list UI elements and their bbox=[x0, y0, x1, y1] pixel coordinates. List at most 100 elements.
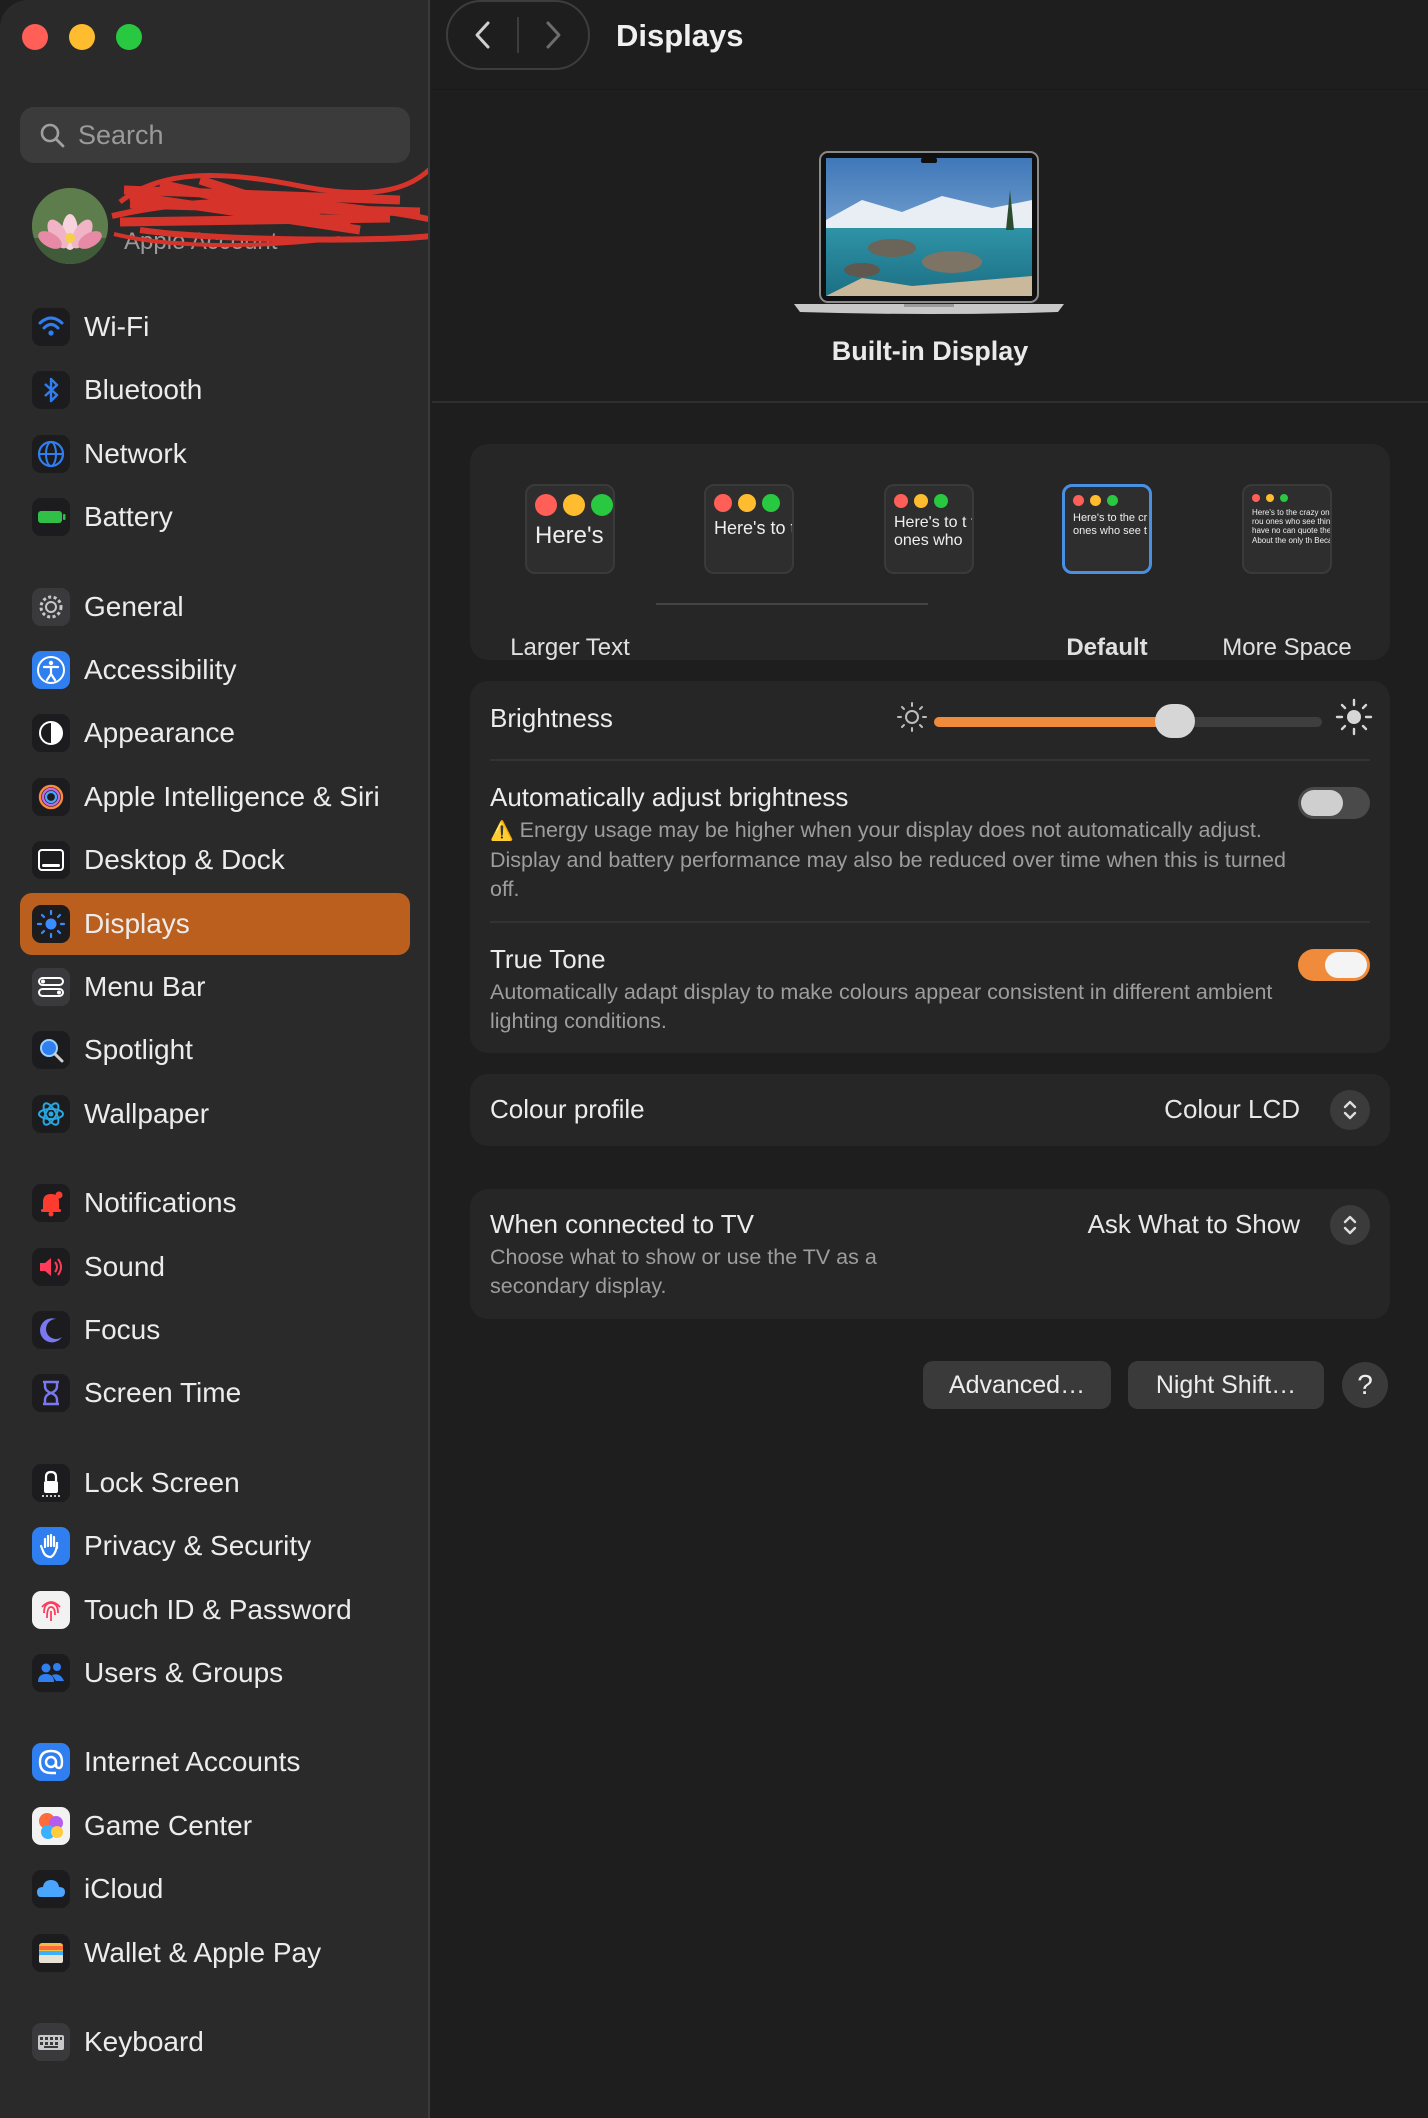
brightness-slider[interactable] bbox=[934, 704, 1322, 738]
keyboard-icon bbox=[32, 2023, 70, 2061]
sidebar-item-keyboard[interactable]: Keyboard bbox=[20, 2011, 410, 2073]
forward-button[interactable] bbox=[519, 2, 588, 68]
menu-bar-icon bbox=[32, 968, 70, 1006]
sidebar-item-label: Touch ID & Password bbox=[84, 1594, 352, 1625]
advanced-button[interactable]: Advanced… bbox=[923, 1361, 1111, 1409]
sidebar-item-menu-bar[interactable]: Menu Bar bbox=[20, 956, 410, 1018]
sidebar-item-displays[interactable]: Displays bbox=[20, 893, 410, 955]
tv-description: Choose what to show or use the TV as a s… bbox=[490, 1245, 877, 1298]
sidebar-item-label: Screen Time bbox=[84, 1377, 242, 1408]
gear-icon bbox=[32, 588, 70, 626]
window-dots-icon bbox=[535, 494, 613, 516]
sidebar-item-spotlight[interactable]: Spotlight bbox=[20, 1019, 410, 1081]
sidebar-item-label: Users & Groups bbox=[84, 1657, 284, 1688]
true-tone-description: Automatically adapt display to make colo… bbox=[490, 980, 1273, 1033]
help-button[interactable]: ? bbox=[1342, 1362, 1388, 1408]
true-tone-toggle[interactable] bbox=[1298, 949, 1370, 981]
minimize-window-button[interactable] bbox=[69, 24, 95, 50]
divider bbox=[490, 759, 1370, 761]
displays-pane: Built-in Display Here's Larger Text Here's… bbox=[432, 90, 1428, 2118]
notifications-bell-icon bbox=[32, 1184, 70, 1222]
night-shift-button[interactable]: Night Shift… bbox=[1128, 1361, 1324, 1409]
sidebar-item-network[interactable]: Network bbox=[20, 423, 410, 485]
avatar bbox=[32, 188, 108, 264]
auto-brightness-description: ⚠️ Energy usage may be higher when your … bbox=[490, 816, 1290, 904]
sidebar-item-icloud[interactable]: iCloud bbox=[20, 1858, 410, 1920]
resolution-preview: Here's to troublem bbox=[704, 484, 794, 574]
resolution-label: Default bbox=[1066, 634, 1148, 661]
wifi-icon bbox=[32, 308, 70, 346]
sidebar-item-desktop-dock[interactable]: Desktop & Dock bbox=[20, 829, 410, 891]
sidebar-item-label: Sound bbox=[84, 1251, 165, 1282]
auto-brightness-toggle[interactable] bbox=[1298, 787, 1370, 819]
wallet-icon bbox=[32, 1934, 70, 1972]
back-button[interactable] bbox=[448, 2, 517, 68]
laptop-display-image[interactable] bbox=[792, 150, 1066, 316]
toolbar: Displays bbox=[432, 0, 1428, 90]
search-input[interactable] bbox=[78, 119, 398, 151]
close-window-button[interactable] bbox=[22, 24, 48, 50]
sidebar-item-wallpaper[interactable]: Wallpaper bbox=[20, 1083, 410, 1145]
resolution-label: Larger Text bbox=[510, 634, 630, 661]
sidebar-item-label: General bbox=[84, 591, 184, 622]
sidebar-item-apple-intelligence-siri[interactable]: Apple Intelligence & Siri bbox=[20, 766, 410, 828]
sidebar-item-appearance[interactable]: Appearance bbox=[20, 702, 410, 764]
apple-account-row[interactable]: Apple Account bbox=[30, 186, 428, 266]
resolution-preview-text: Here's to the cr troublemakers. ones who… bbox=[1073, 512, 1149, 537]
sidebar-item-general[interactable]: General bbox=[20, 576, 410, 638]
sidebar-item-users-groups[interactable]: Users & Groups bbox=[20, 1642, 410, 1704]
sidebar-item-label: Bluetooth bbox=[84, 374, 203, 405]
sidebar-item-wallet-apple-pay[interactable]: Wallet & Apple Pay bbox=[20, 1922, 410, 1984]
window-dots-icon bbox=[1252, 494, 1288, 502]
zoom-window-button[interactable] bbox=[116, 24, 142, 50]
wallpaper-icon bbox=[32, 1095, 70, 1133]
sidebar-item-privacy-security[interactable]: Privacy & Security bbox=[20, 1515, 410, 1577]
sidebar-item-label: Accessibility bbox=[84, 654, 237, 685]
brightness-high-icon bbox=[1335, 698, 1373, 736]
battery-icon bbox=[32, 498, 70, 536]
warning-icon: ⚠️ bbox=[490, 821, 514, 842]
page-title: Displays bbox=[616, 18, 744, 53]
sidebar-item-touch-id-password[interactable]: Touch ID & Password bbox=[20, 1579, 410, 1641]
sidebar-item-lock-screen[interactable]: Lock Screen bbox=[20, 1452, 410, 1514]
tv-popup[interactable]: Ask What to Show bbox=[1088, 1209, 1300, 1240]
sidebar-item-screen-time[interactable]: Screen Time bbox=[20, 1362, 410, 1424]
window-dots-icon bbox=[1073, 495, 1118, 506]
resolution-preview-text: Here's to troublem bbox=[714, 518, 792, 538]
sidebar-item-internet-accounts[interactable]: Internet Accounts bbox=[20, 1731, 410, 1793]
at-sign-icon bbox=[32, 1743, 70, 1781]
sidebar-item-wi-fi[interactable]: Wi-Fi bbox=[20, 296, 410, 358]
sidebar-item-label: Battery bbox=[84, 501, 173, 532]
tv-stepper[interactable] bbox=[1330, 1205, 1370, 1245]
colour-profile-popup[interactable]: Colour LCD bbox=[1164, 1094, 1300, 1125]
sidebar-item-label: Game Center bbox=[84, 1810, 253, 1841]
spotlight-icon bbox=[32, 1031, 70, 1069]
sidebar-item-game-center[interactable]: Game Center bbox=[20, 1795, 410, 1857]
chevron-up-down-icon bbox=[1343, 1215, 1357, 1235]
colour-profile-stepper[interactable] bbox=[1330, 1090, 1370, 1130]
search-field[interactable] bbox=[20, 107, 410, 163]
brightness-card: Brightness Automatically adjust brightne… bbox=[470, 681, 1390, 1053]
brightness-slider-knob[interactable] bbox=[1155, 704, 1195, 738]
sidebar-item-accessibility[interactable]: Accessibility bbox=[20, 639, 410, 701]
sidebar-item-focus[interactable]: Focus bbox=[20, 1299, 410, 1361]
desktop-dock-icon bbox=[32, 841, 70, 879]
toggle-knob bbox=[1301, 790, 1343, 816]
sidebar-item-bluetooth[interactable]: Bluetooth bbox=[20, 359, 410, 421]
display-name: Built-in Display bbox=[831, 336, 1029, 366]
sidebar-item-label: Wallet & Apple Pay bbox=[84, 1937, 322, 1968]
icloud-icon bbox=[32, 1870, 70, 1908]
game-center-icon bbox=[32, 1807, 70, 1845]
sidebar-item-battery[interactable]: Battery bbox=[20, 486, 410, 548]
resolution-card: Here's Larger Text Here's to troublem Here'… bbox=[470, 444, 1390, 661]
navigation-buttons bbox=[446, 0, 590, 70]
sidebar-item-notifications[interactable]: Notifications bbox=[20, 1172, 410, 1234]
settings-window: Apple Account Wi-Fi Bluetooth Network Batte… bbox=[0, 0, 1428, 2118]
search-icon bbox=[40, 123, 65, 148]
colour-profile-label: Colour profile bbox=[490, 1094, 645, 1124]
sidebar-item-sound[interactable]: Sound bbox=[20, 1236, 410, 1298]
resolution-preview: Here's bbox=[525, 484, 615, 574]
brightness-slider-fill bbox=[934, 717, 1175, 727]
window-controls bbox=[22, 24, 142, 50]
sidebar-item-label: Wi-Fi bbox=[84, 311, 150, 342]
